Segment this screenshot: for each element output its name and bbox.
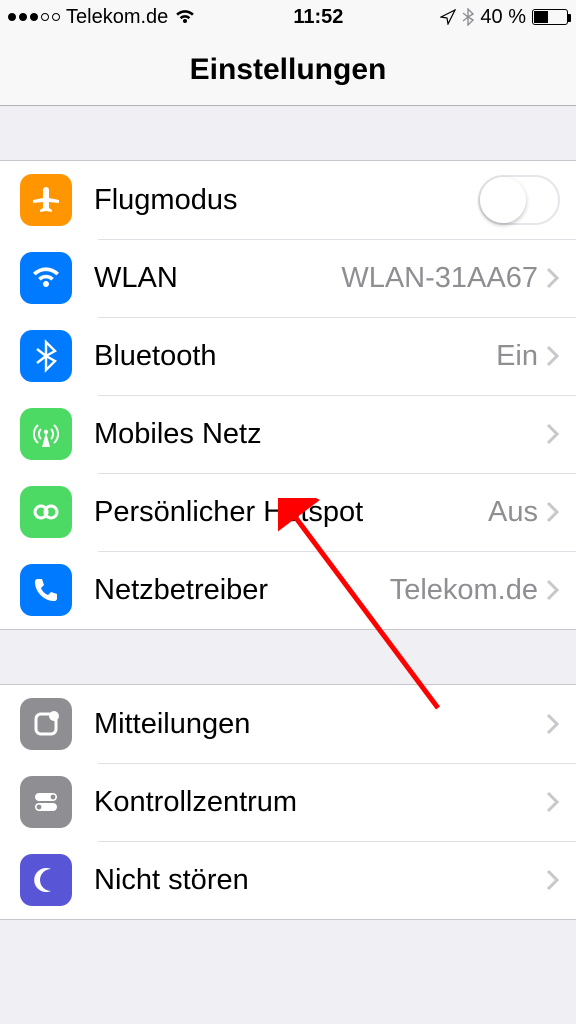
chevron-right-icon [546, 869, 560, 891]
wifi-settings-icon [20, 252, 72, 304]
chevron-right-icon [546, 501, 560, 523]
row-airplane-mode[interactable]: Flugmodus [0, 161, 576, 239]
chevron-right-icon [546, 423, 560, 445]
row-label: Mobiles Netz [94, 418, 262, 451]
row-value: WLAN-31AA67 [341, 262, 538, 295]
row-label: Mitteilungen [94, 708, 250, 741]
row-label: Persönlicher Hotspot [94, 496, 363, 529]
chevron-right-icon [546, 791, 560, 813]
row-label: Bluetooth [94, 340, 217, 373]
row-label: Nicht stören [94, 864, 249, 897]
chevron-right-icon [546, 713, 560, 735]
battery-pct-label: 40 % [480, 6, 526, 29]
chevron-right-icon [546, 267, 560, 289]
status-time: 11:52 [196, 6, 440, 29]
row-label: Kontrollzentrum [94, 786, 297, 819]
row-notifications[interactable]: Mitteilungen [0, 685, 576, 763]
page-title: Einstellungen [190, 53, 387, 87]
location-icon [440, 9, 456, 25]
bluetooth-status-icon [462, 8, 474, 26]
row-label: Flugmodus [94, 184, 237, 217]
settings-group-system: Mitteilungen Kontrollzentrum Nicht störe… [0, 684, 576, 920]
signal-strength-icon [8, 13, 60, 21]
wifi-icon [174, 9, 196, 25]
hotspot-icon [20, 486, 72, 538]
section-gap [0, 106, 576, 160]
row-personal-hotspot[interactable]: Persönlicher Hotspot Aus [0, 473, 576, 551]
battery-icon [532, 9, 568, 25]
row-do-not-disturb[interactable]: Nicht stören [0, 841, 576, 919]
settings-group-connectivity: Flugmodus WLAN WLAN-31AA67 Bluetooth Ein… [0, 160, 576, 630]
airplane-icon [20, 174, 72, 226]
carrier-label: Telekom.de [66, 6, 168, 29]
row-label: WLAN [94, 262, 178, 295]
status-bar: Telekom.de 11:52 40 % [0, 0, 576, 34]
row-control-center[interactable]: Kontrollzentrum [0, 763, 576, 841]
row-wifi[interactable]: WLAN WLAN-31AA67 [0, 239, 576, 317]
row-cellular[interactable]: Mobiles Netz [0, 395, 576, 473]
row-value: Ein [496, 340, 538, 373]
chevron-right-icon [546, 345, 560, 367]
notifications-icon [20, 698, 72, 750]
status-right: 40 % [440, 6, 568, 29]
row-value: Aus [488, 496, 538, 529]
section-gap [0, 630, 576, 684]
control-center-icon [20, 776, 72, 828]
moon-icon [20, 854, 72, 906]
row-bluetooth[interactable]: Bluetooth Ein [0, 317, 576, 395]
status-left: Telekom.de [8, 6, 196, 29]
chevron-right-icon [546, 579, 560, 601]
phone-icon [20, 564, 72, 616]
row-carrier[interactable]: Netzbetreiber Telekom.de [0, 551, 576, 629]
navbar: Einstellungen [0, 34, 576, 106]
row-label: Netzbetreiber [94, 574, 268, 607]
cellular-icon [20, 408, 72, 460]
row-value: Telekom.de [390, 574, 538, 607]
airplane-toggle[interactable] [478, 175, 560, 225]
bluetooth-settings-icon [20, 330, 72, 382]
